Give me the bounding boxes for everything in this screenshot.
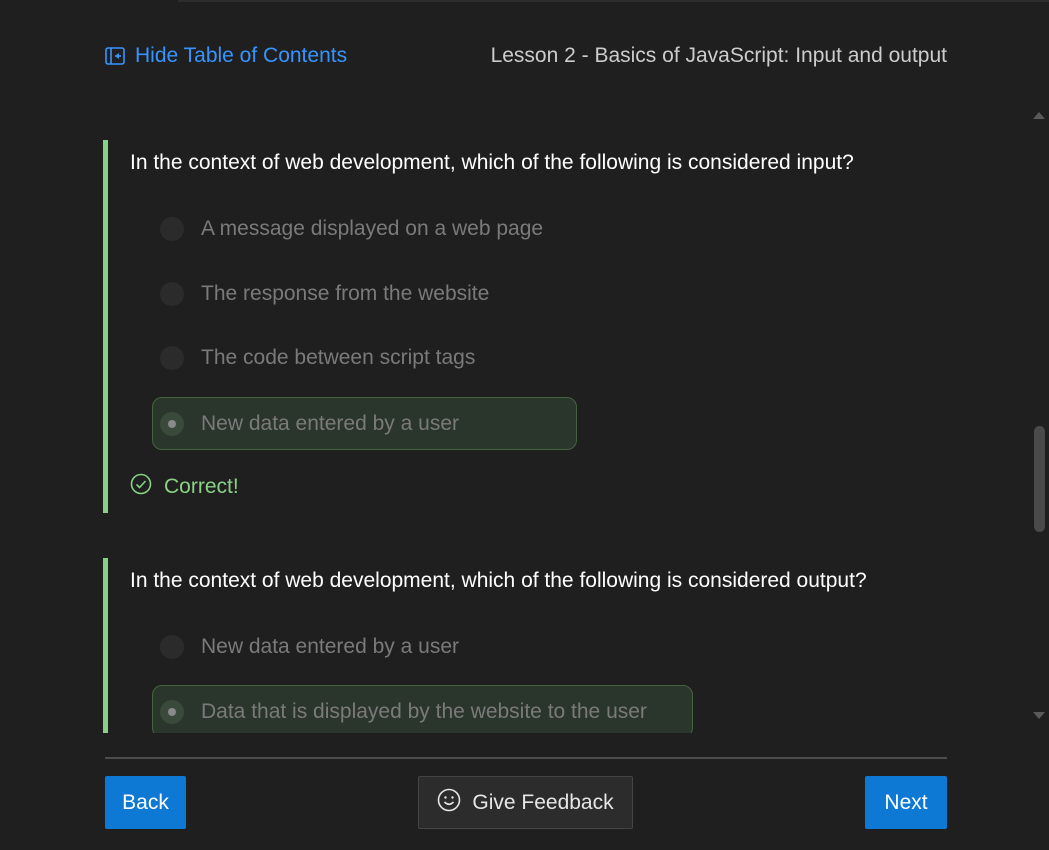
option-label: Data that is displayed by the website to… <box>201 699 647 723</box>
question-1: In the context of web development, which… <box>103 140 968 513</box>
radio-button[interactable] <box>160 346 184 370</box>
answer-option[interactable]: New data entered by a user <box>152 622 572 672</box>
question-text: In the context of web development, which… <box>130 151 854 174</box>
answer-option[interactable]: The response from the website <box>152 269 572 319</box>
scrollbar-thumb[interactable] <box>1034 426 1045 532</box>
radio-button-selected[interactable] <box>160 699 184 724</box>
lesson-title: Lesson 2 - Basics of JavaScript: Input a… <box>490 44 947 67</box>
footer-divider <box>105 757 947 759</box>
question-2: In the context of web development, which… <box>103 558 968 733</box>
feedback-label: Give Feedback <box>472 790 614 814</box>
radio-button[interactable] <box>160 635 184 659</box>
check-circle-icon <box>130 473 152 501</box>
toc-collapse-icon <box>105 47 125 65</box>
radio-button-selected[interactable] <box>160 411 184 436</box>
back-button[interactable]: Back <box>105 776 186 829</box>
lesson-header: Hide Table of Contents Lesson 2 - Basics… <box>105 38 947 74</box>
radio-button[interactable] <box>160 217 184 241</box>
answer-option[interactable]: A message displayed on a web page <box>152 204 572 254</box>
smiley-icon <box>437 788 461 818</box>
radio-button[interactable] <box>160 282 184 306</box>
give-feedback-button[interactable]: Give Feedback <box>418 776 633 829</box>
next-button[interactable]: Next <box>865 776 947 829</box>
answer-option-selected[interactable]: Data that is displayed by the website to… <box>152 685 693 733</box>
answer-feedback: Correct! <box>130 473 239 501</box>
quiz-scroll-area: In the context of web development, which… <box>103 118 1023 733</box>
option-label: The response from the website <box>201 282 490 305</box>
option-label: A message displayed on a web page <box>201 217 544 240</box>
scroll-down-arrow[interactable] <box>1033 712 1045 719</box>
answer-option[interactable]: The code between script tags <box>152 333 572 383</box>
option-label: New data entered by a user <box>201 411 459 435</box>
answer-option-selected[interactable]: New data entered by a user <box>152 397 577 450</box>
hide-toc-label[interactable]: Hide Table of Contents <box>135 44 347 68</box>
result-text: Correct! <box>164 475 239 498</box>
top-border <box>178 0 1049 2</box>
option-label: New data entered by a user <box>201 635 459 658</box>
hide-toc-link[interactable]: Hide Table of Contents <box>105 44 347 68</box>
question-text: In the context of web development, which… <box>130 569 867 592</box>
scroll-up-arrow[interactable] <box>1033 112 1045 119</box>
option-label: The code between script tags <box>201 346 476 369</box>
